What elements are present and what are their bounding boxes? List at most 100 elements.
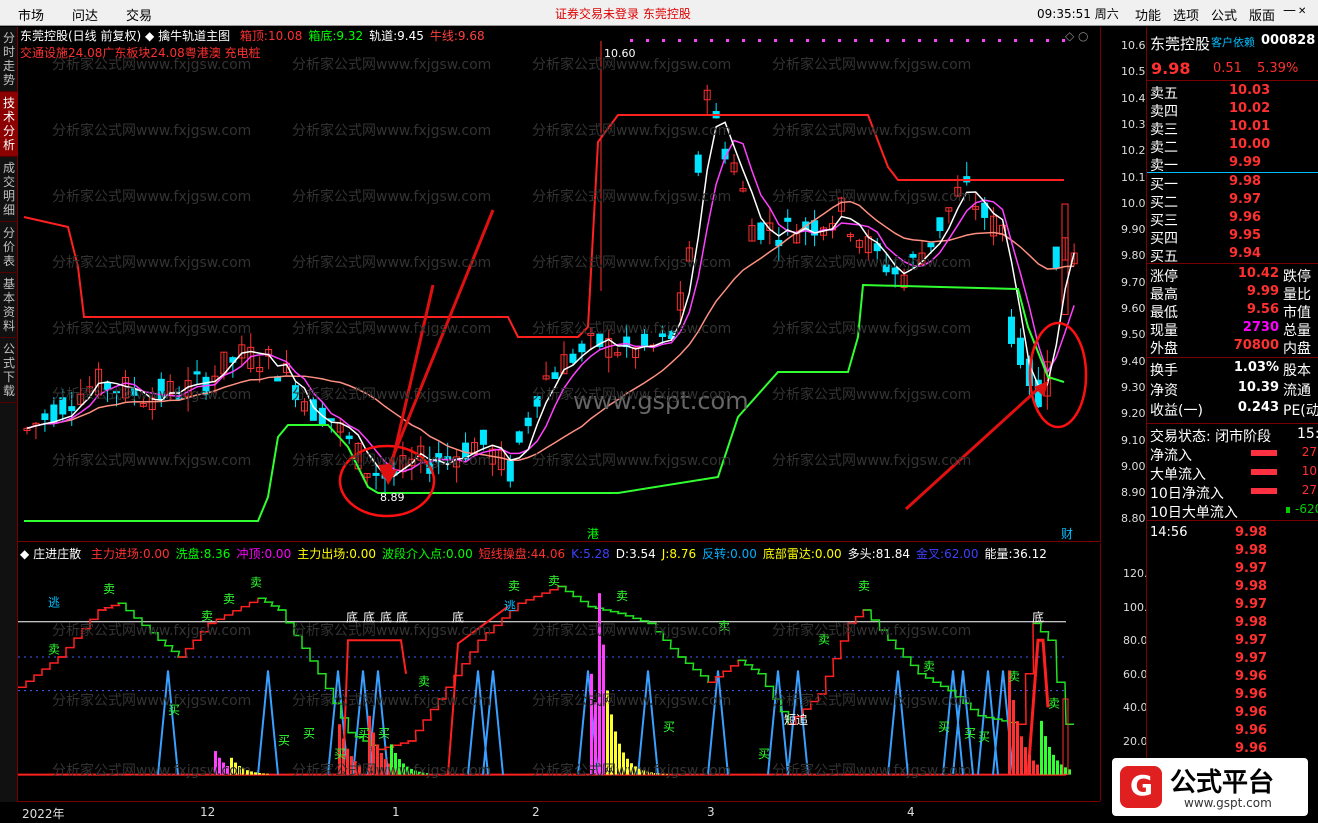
menu-layout[interactable]: 版面 <box>1249 5 1275 24</box>
param-value: 0.00 <box>730 547 757 561</box>
sell-signal: 卖 <box>858 579 870 593</box>
sub-chart-panel[interactable]: 卖卖卖卖卖卖卖卖卖卖卖卖卖卖卖买买买买买买买买买买买逃逃底底底底底底短追 ◆ 庄… <box>18 543 1100 801</box>
sub-indicator-params: 主力进场:0.00 洗盘:8.36 冲顶:0.00 主力出场:0.00 波段介入点:0.… <box>85 547 1047 561</box>
main-chart-panel[interactable]: 10.60 8.89 东莞控股(日线 前复权) ◆ 擒牛轨道主图 箱顶:10.08… <box>18 27 1100 542</box>
stat-label: 最低 <box>1150 305 1178 321</box>
close-button[interactable]: ✕ <box>1298 6 1306 17</box>
buy-signal: 买 <box>978 730 990 744</box>
y-tick-label: 9.70 <box>1121 275 1146 289</box>
y-tick-label: 9.50 <box>1121 328 1146 342</box>
indicator-chart[interactable]: 卖卖卖卖卖卖 卖卖卖卖卖卖卖卖卖买买 买买买买买买买买买逃 逃底底底底底底短追 <box>18 543 1100 801</box>
tab-technical[interactable]: 技术分析 <box>0 92 18 157</box>
oscillator-line <box>258 597 286 611</box>
candle-body <box>927 242 935 248</box>
magenta-ma-line <box>26 139 1075 473</box>
stat-label: 收益(一) <box>1150 403 1203 419</box>
tick-price: 9.98 <box>1235 525 1268 540</box>
menu-wenda[interactable]: 问达 <box>72 5 98 24</box>
tick-price: 9.96 <box>1235 723 1268 738</box>
stat-row: 外盘 70800 内盘 <box>1147 338 1318 357</box>
indicator-name[interactable]: 擒牛轨道主图 <box>158 29 230 43</box>
buy-signal: 买 <box>938 720 950 734</box>
stat-label: 量比 <box>1283 287 1311 303</box>
tab-formula-download[interactable]: 公式下载 <box>0 338 18 403</box>
tab-intraday[interactable]: 分时走势 <box>0 27 18 92</box>
param-value: 0.00 <box>446 547 473 561</box>
ask-label: 卖三 <box>1150 122 1178 138</box>
x-label: 2 <box>532 805 540 819</box>
oscillator-line <box>378 740 416 751</box>
x-label: 12 <box>200 805 216 819</box>
tick-row: 9.97 <box>1147 651 1318 669</box>
flow-bar <box>1251 488 1277 494</box>
arrow-line <box>904 387 1040 511</box>
escape-signal: 逃 <box>48 596 60 610</box>
tick-row: 9.98 <box>1147 525 1318 543</box>
stat-row: 涨停 10.42 跌停 <box>1147 266 1318 285</box>
stat-label: 市值 <box>1283 305 1311 321</box>
y-tick-label: 9.40 <box>1121 354 1146 368</box>
volume-bar <box>250 771 253 775</box>
param-label: D: <box>615 547 630 561</box>
menu-function[interactable]: 功能 <box>1135 5 1161 24</box>
menu-options[interactable]: 选项 <box>1173 5 1199 24</box>
menu-market[interactable]: 市场 <box>18 5 44 24</box>
candlestick-chart[interactable]: 10.60 8.89 <box>18 27 1100 542</box>
stat-row: 现量 2730 总量 <box>1147 320 1318 339</box>
signal-dot <box>934 39 937 42</box>
volume-bar <box>350 756 353 775</box>
candle-body <box>292 385 299 401</box>
signal-dot <box>806 39 809 42</box>
candle-body <box>157 378 165 400</box>
volume-bar <box>638 768 641 775</box>
stat-label: 现量 <box>1150 323 1178 339</box>
oscillator-line <box>708 659 746 683</box>
volume-bar <box>606 690 609 775</box>
flow-row: 10日大单流入 -620 <box>1147 502 1318 521</box>
stat-label: 跌停 <box>1283 269 1311 285</box>
box-bottom-line <box>24 283 1065 522</box>
candle-body <box>757 222 765 240</box>
tab-price-table[interactable]: 分价表 <box>0 222 18 273</box>
chart-toggle-icons[interactable]: ◇ ○ <box>1065 29 1089 43</box>
flow-bar <box>1286 507 1290 513</box>
candle-body <box>551 372 559 379</box>
signal-dot <box>966 39 969 42</box>
bid-label: 买一 <box>1150 177 1178 193</box>
volume-bar <box>384 759 387 775</box>
bid-price: 9.94 <box>1229 246 1262 261</box>
tab-trades[interactable]: 成交明细 <box>0 157 18 222</box>
oscillator-line <box>1033 622 1056 641</box>
bid-row: 买三 9.96 <box>1147 210 1318 229</box>
volume-bar <box>1012 699 1015 775</box>
signal-dot <box>822 39 825 42</box>
candle-body <box>345 435 353 440</box>
param-label: 波段介入点: <box>381 547 447 561</box>
oscillator-line <box>1048 639 1074 725</box>
stat-value: 9.99 <box>1246 284 1279 299</box>
menu-formula[interactable]: 公式 <box>1211 5 1237 24</box>
stat-value: 9.56 <box>1246 302 1279 317</box>
volume-bar <box>1056 760 1059 775</box>
stat-label: 总量 <box>1283 323 1311 339</box>
flow-label: 大单流入 <box>1150 467 1206 483</box>
status-text: 交易状态: 闭市阶段 <box>1150 429 1272 445</box>
param-label: 主力出场: <box>297 547 350 561</box>
ask-book: 卖五 10.03 卖四 10.02 卖三 10.01 卖二 10.00 卖一 9.99 <box>1147 83 1318 174</box>
menu-trade[interactable]: 交易 <box>126 5 152 24</box>
bottom-signal: 底 <box>346 610 358 625</box>
volume-bar <box>230 757 233 775</box>
sub-indicator-name[interactable]: 庄进庄散 <box>33 547 81 561</box>
oscillator-line <box>678 656 716 683</box>
volume-bar <box>1016 721 1019 775</box>
buy-signal: 买 <box>758 747 770 761</box>
candle-body <box>515 431 523 443</box>
tab-fundamentals[interactable]: 基本资料 <box>0 273 18 338</box>
param-label: 主力进场: <box>90 547 143 561</box>
minimize-button[interactable]: — <box>1283 3 1296 18</box>
stat-row: 最高 9.99 量比 <box>1147 284 1318 303</box>
indicator-params: 箱顶:10.08 箱底:9.32 轨道:9.45 牛线:9.68 <box>234 29 485 43</box>
volume-bar <box>1028 754 1031 775</box>
tick-list: 9.98 9.98 9.97 9.98 9.97 9.98 9.97 9.97 9.96 9.96… <box>1147 525 1318 785</box>
param-label: 冲顶: <box>236 547 265 561</box>
